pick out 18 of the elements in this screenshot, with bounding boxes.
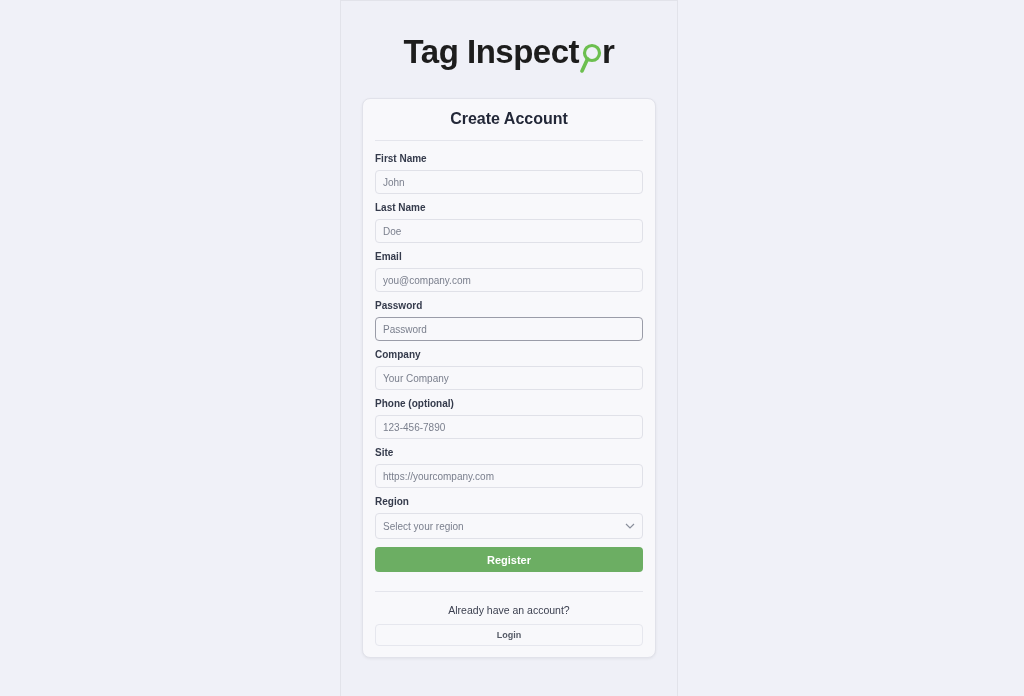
field-label: Password bbox=[375, 299, 424, 312]
chevron-down-icon bbox=[625, 523, 635, 529]
field-label: Region bbox=[375, 495, 410, 508]
field-label: Company bbox=[375, 348, 422, 361]
field-label: Email bbox=[375, 250, 403, 263]
login-prompt: Already have an account? bbox=[447, 604, 571, 616]
input-field[interactable]: Password bbox=[375, 317, 643, 341]
field-label: Last Name bbox=[375, 201, 427, 214]
field-label: Site bbox=[375, 446, 395, 459]
login-button[interactable]: Login bbox=[375, 624, 643, 646]
field-label: First Name bbox=[375, 152, 428, 165]
register-button[interactable]: Register bbox=[375, 547, 643, 572]
logo-text: r bbox=[602, 34, 615, 70]
field-label: Phone (optional) bbox=[375, 397, 455, 410]
magnifier-icon bbox=[580, 42, 603, 74]
logo-text: Tag Inspect bbox=[403, 34, 580, 70]
region-dropdown[interactable]: Select your region bbox=[375, 513, 643, 539]
form-title: Create Account bbox=[375, 110, 643, 141]
